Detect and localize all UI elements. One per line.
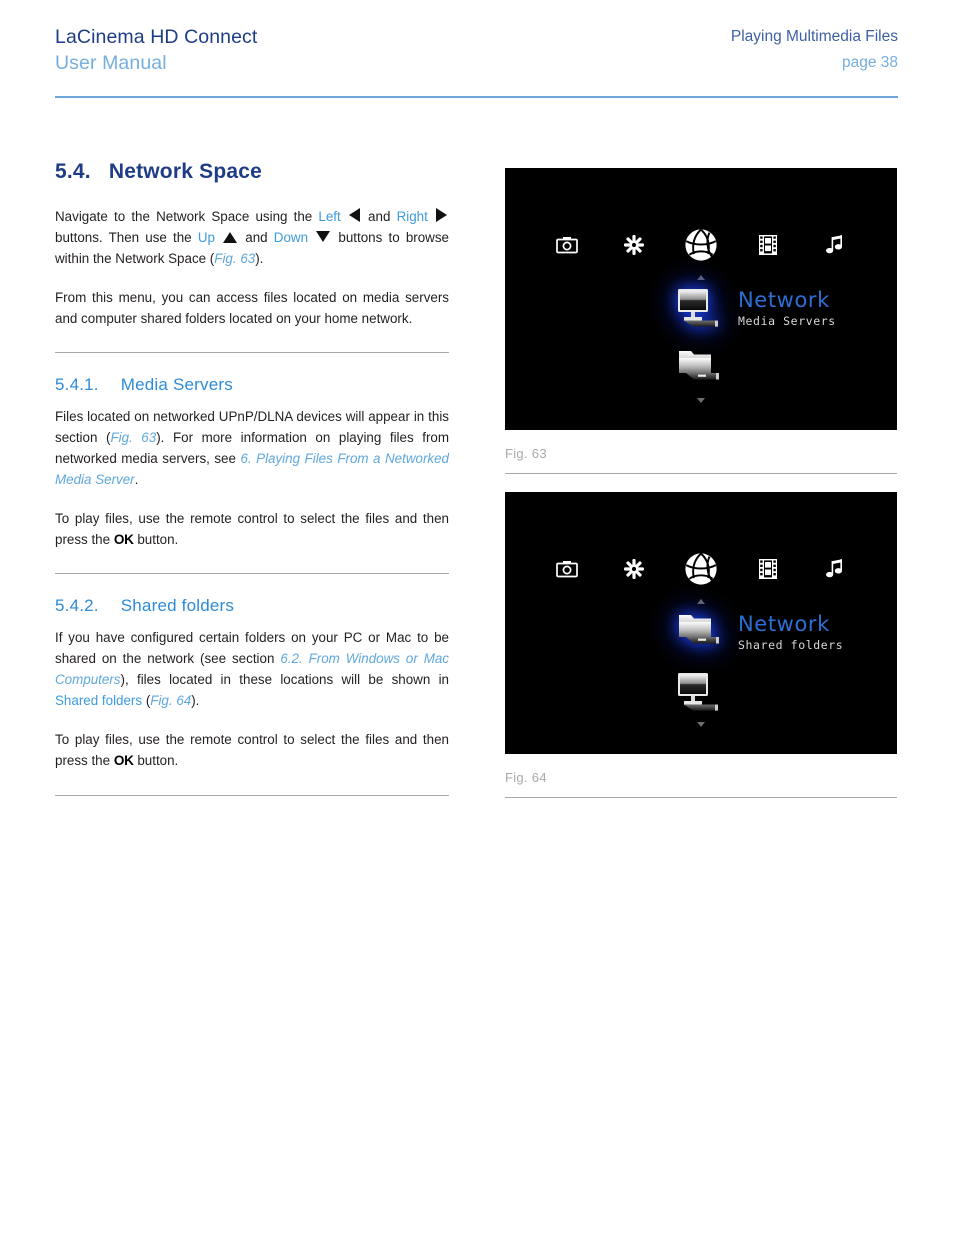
selected-row-title: Network: [738, 288, 830, 312]
intro-pre: Navigate to the Network Space using the: [55, 209, 319, 224]
camera-icon[interactable]: [554, 556, 580, 582]
figure-column: Network Media Servers Fig. 63 Network Sh…: [505, 168, 897, 816]
running-section-title: Playing Multimedia Files: [730, 28, 898, 45]
ms-post: .: [134, 472, 139, 487]
document-type: User Manual: [55, 52, 167, 74]
network-globe-icon[interactable]: [684, 228, 718, 262]
divider-3: [55, 795, 449, 796]
figure-reference-63[interactable]: Fig. 63: [214, 251, 255, 266]
section-title-text: Network Space: [108, 160, 262, 183]
figure-63: Network Media Servers Fig. 63: [505, 168, 897, 474]
page-header: LaCinema HD Connect User Manual Playing …: [55, 24, 898, 94]
figure-64-screenshot: Network Shared folders: [505, 492, 897, 754]
main-text-column: 5.4. Network Space Navigate to the Networ…: [55, 160, 449, 796]
shared-folders-paragraph-1: If you have configured certain folders o…: [55, 627, 449, 711]
header-divider: [55, 96, 898, 98]
figure-reference-63-b[interactable]: Fig. 63: [110, 430, 156, 445]
ok-button-label-1: OK: [113, 532, 134, 547]
gear-icon[interactable]: [621, 232, 647, 258]
network-globe-icon[interactable]: [684, 552, 718, 586]
folder-icon: [673, 610, 725, 656]
page-number: page 38: [841, 54, 898, 71]
selected-row-subtitle: Media Servers: [738, 314, 836, 328]
figure-64: Network Shared folders Fig. 64: [505, 492, 897, 798]
film-icon[interactable]: [755, 556, 781, 582]
ms2-post: button.: [133, 532, 179, 547]
scroll-up-indicator-icon[interactable]: [697, 275, 705, 280]
media-servers-paragraph-2: To play files, use the remote control to…: [55, 508, 449, 550]
figure-64-divider: [505, 797, 897, 798]
music-note-icon[interactable]: [822, 232, 848, 258]
figure-63-screenshot: Network Media Servers: [505, 168, 897, 430]
music-note-icon[interactable]: [822, 556, 848, 582]
intro-and-1: and: [361, 209, 397, 224]
shared-folders-link[interactable]: Shared folders: [55, 693, 142, 708]
figure-reference-64[interactable]: Fig. 64: [150, 693, 191, 708]
divider-1: [55, 352, 449, 353]
figure-63-top-menu-bar: [505, 228, 897, 261]
figure-64-caption: Fig. 64: [505, 770, 547, 785]
scroll-down-indicator-icon[interactable]: [697, 722, 705, 727]
film-icon[interactable]: [755, 232, 781, 258]
selected-row-labels: Network Shared folders: [738, 613, 843, 653]
subsection-title-text-542: Shared folders: [120, 596, 235, 615]
header-left: LaCinema HD Connect User Manual: [55, 24, 257, 76]
sf2-post: button.: [133, 753, 179, 768]
down-button-label: Down: [273, 230, 309, 245]
scroll-down-indicator-icon[interactable]: [697, 398, 705, 403]
sf-post: ).: [191, 693, 200, 708]
ok-button-label-2: OK: [113, 753, 134, 768]
figure-63-caption: Fig. 63: [505, 446, 547, 461]
up-button-label: Up: [197, 230, 215, 245]
intro-and-2: and: [239, 230, 274, 245]
figure-63-divider: [505, 473, 897, 474]
section-number: 5.4.: [55, 160, 91, 183]
figure-64-top-menu-bar: [505, 552, 897, 585]
subsection-number-542: 5.4.2.: [55, 596, 99, 615]
intro-post-3: ).: [255, 251, 264, 266]
shared-folders-paragraph-2: To play files, use the remote control to…: [55, 729, 449, 771]
left-button-label: Left: [318, 209, 341, 224]
header-right: Playing Multimedia Files page 38: [731, 24, 898, 76]
folder-icon[interactable]: [673, 346, 725, 392]
left-arrow-icon: [348, 208, 360, 222]
product-title: LaCinema HD Connect: [55, 26, 258, 48]
sf-mid: ), files located in these locations will…: [120, 672, 450, 687]
down-arrow-icon: [316, 231, 331, 242]
subsection-title-media-servers: 5.4.1. Media Servers: [55, 375, 449, 395]
media-servers-paragraph-1: Files located on networked UPnP/DLNA dev…: [55, 406, 449, 490]
menu-description-paragraph: From this menu, you can access files loc…: [55, 290, 449, 326]
intro-paragraph: Navigate to the Network Space using the …: [55, 206, 449, 269]
monitor-icon[interactable]: [673, 670, 725, 716]
page-title: 5.4. Network Space: [55, 160, 449, 184]
intro-post-1: buttons. Then use the: [55, 230, 198, 245]
selected-menu-row[interactable]: Network Media Servers: [673, 286, 836, 332]
subsection-title-shared-folders: 5.4.2. Shared folders: [55, 596, 449, 616]
up-arrow-icon: [223, 232, 238, 243]
gear-icon[interactable]: [621, 556, 647, 582]
divider-2: [55, 573, 449, 574]
selected-row-title: Network: [738, 612, 830, 636]
selected-row-subtitle: Shared folders: [738, 638, 844, 652]
monitor-icon: [673, 286, 725, 332]
subsection-number-541: 5.4.1.: [55, 375, 99, 394]
selected-menu-row[interactable]: Network Shared folders: [673, 610, 843, 656]
scroll-up-indicator-icon[interactable]: [697, 599, 705, 604]
subsection-title-text-541: Media Servers: [120, 375, 233, 394]
right-button-label: Right: [396, 209, 428, 224]
selected-row-labels: Network Media Servers: [738, 289, 836, 329]
camera-icon[interactable]: [554, 232, 580, 258]
right-arrow-icon: [435, 208, 447, 222]
